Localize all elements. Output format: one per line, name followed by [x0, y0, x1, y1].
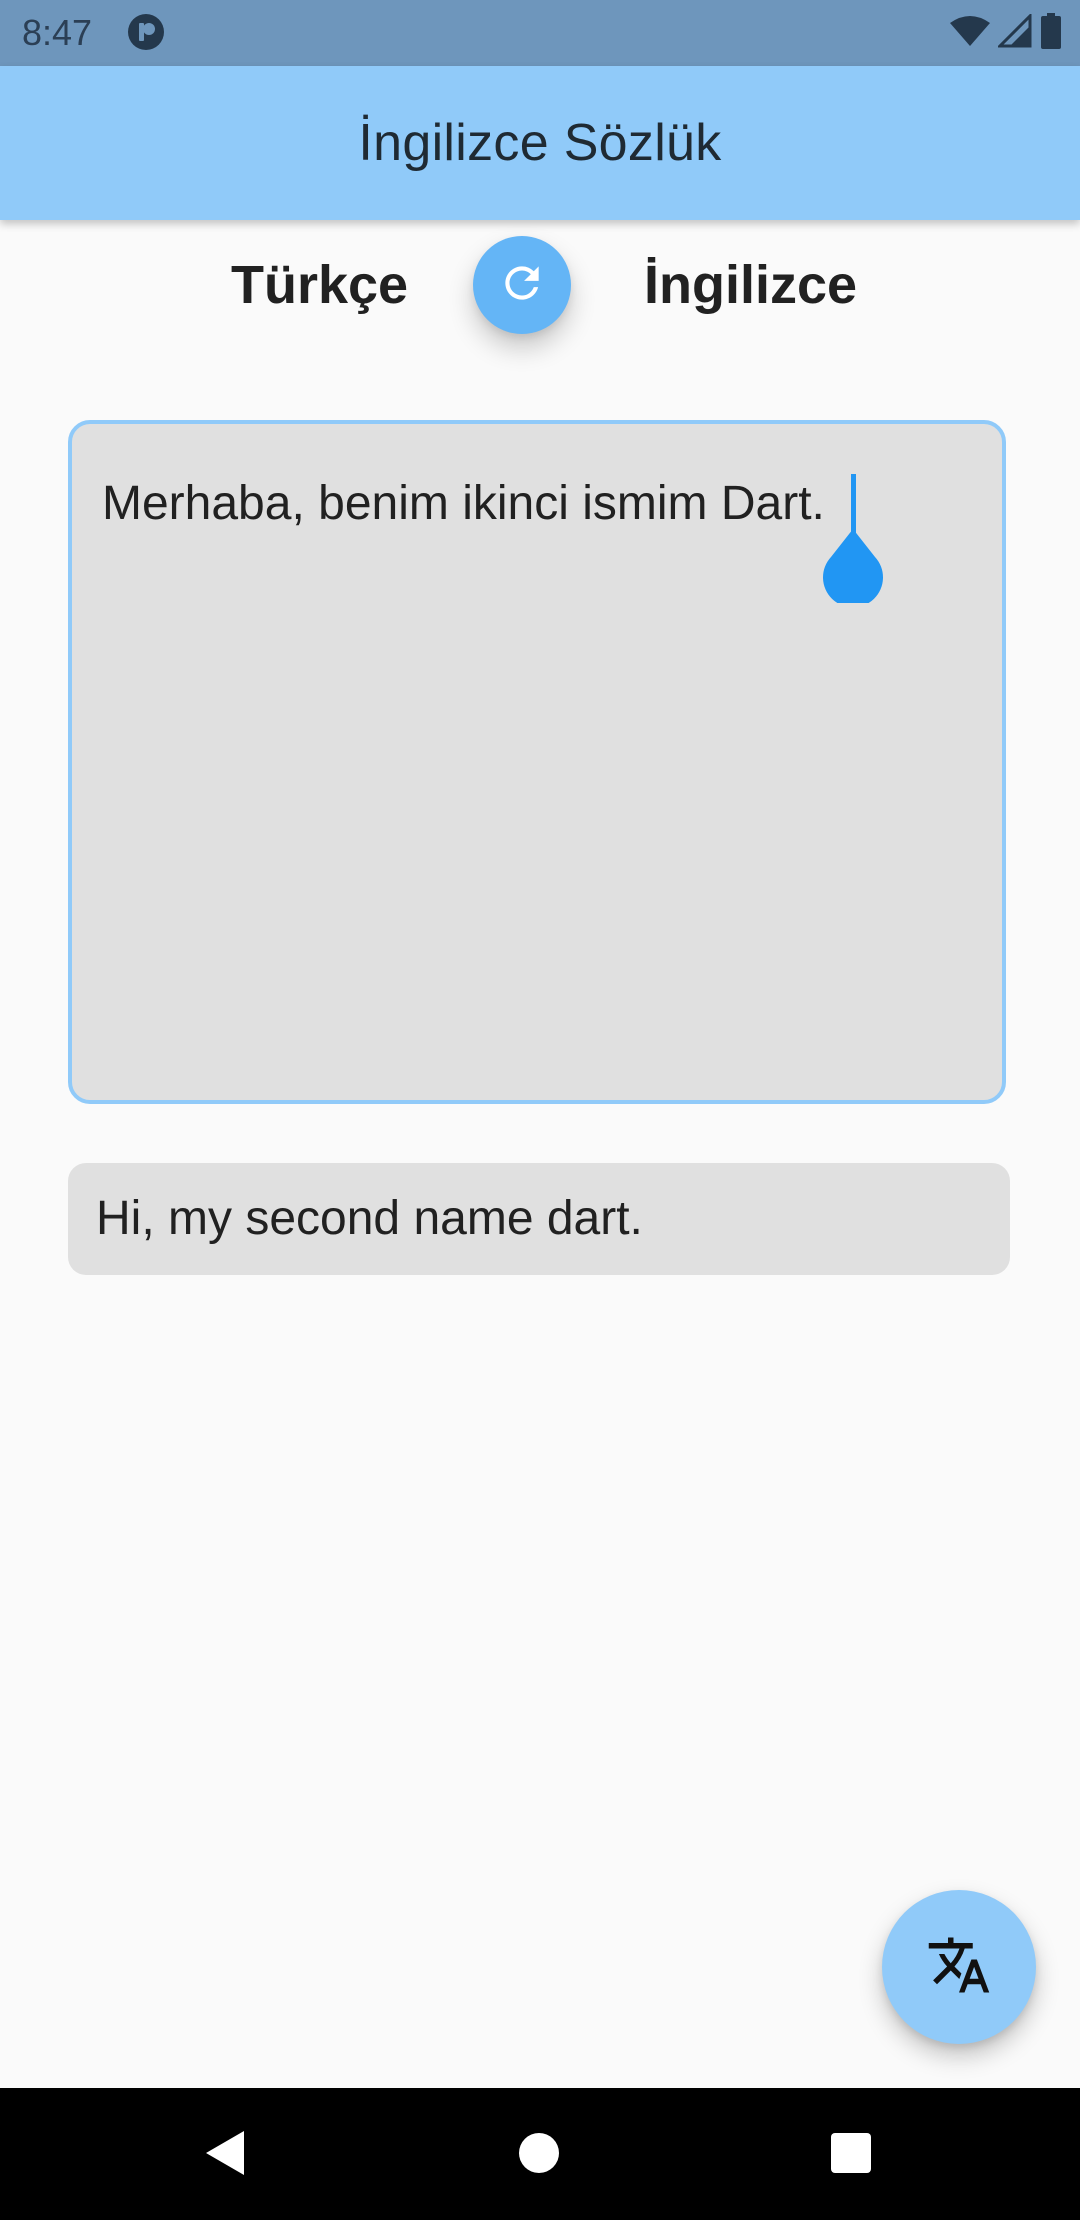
status-time: 8:47 — [22, 12, 93, 53]
refresh-icon — [497, 258, 547, 313]
cellular-signal-icon — [996, 11, 1032, 53]
app-bar: İngilizce Sözlük — [0, 66, 1080, 220]
back-icon — [202, 2128, 248, 2183]
status-icons — [950, 11, 1062, 54]
translation-output-value: Hi, my second name dart. — [96, 1192, 643, 1245]
recents-icon — [830, 2132, 872, 2179]
battery-icon — [1040, 12, 1062, 54]
swap-languages-button[interactable] — [473, 236, 571, 334]
navigation-bar — [0, 2088, 1080, 2220]
text-cursor — [851, 474, 856, 534]
target-language-label: İngilizce — [644, 255, 858, 315]
home-icon — [518, 2132, 560, 2179]
language-selector: Türkçe İngilizce — [0, 236, 1080, 340]
source-text-input[interactable]: Merhaba, benim ikinci ismim Dart. — [68, 420, 1006, 1104]
page-title: İngilizce Sözlük — [358, 114, 722, 172]
cursor-handle[interactable] — [821, 527, 885, 608]
back-button[interactable] — [180, 2110, 270, 2200]
translate-icon — [926, 1932, 992, 2003]
source-language-label: Türkçe — [231, 255, 409, 315]
source-text-value: Merhaba, benim ikinci ismim Dart. — [102, 477, 825, 530]
wifi-icon — [950, 15, 990, 52]
recents-button[interactable] — [806, 2110, 896, 2200]
home-button[interactable] — [494, 2110, 584, 2200]
app-notification-icon — [128, 14, 164, 50]
status-bar: 8:47 — [0, 0, 1080, 66]
translation-output: Hi, my second name dart. — [68, 1163, 1010, 1275]
translate-button[interactable] — [882, 1890, 1036, 2044]
